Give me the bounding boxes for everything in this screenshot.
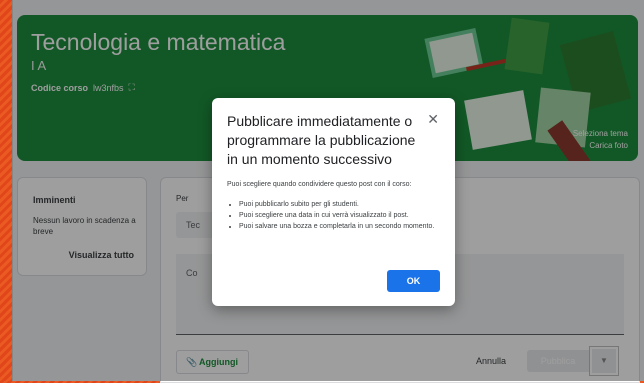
dialog-list: Puoi pubblicarlo subito per gli studenti…: [227, 200, 442, 232]
publish-dialog: Pubblicare immediatamente o programmare …: [212, 98, 455, 306]
dialog-intro: Puoi scegliere quando condividere questo…: [227, 181, 412, 188]
dialog-body: Puoi scegliere quando condividere questo…: [227, 180, 442, 233]
list-item: Puoi pubblicarlo subito per gli studenti…: [239, 200, 442, 210]
close-icon[interactable]: ✕: [427, 111, 439, 128]
list-item: Puoi salvare una bozza e completarla in …: [239, 222, 442, 232]
ok-button[interactable]: OK: [387, 270, 440, 292]
dialog-title: Pubblicare immediatamente o programmare …: [227, 113, 416, 167]
list-item: Puoi scegliere una data in cui verrà vis…: [239, 211, 442, 221]
